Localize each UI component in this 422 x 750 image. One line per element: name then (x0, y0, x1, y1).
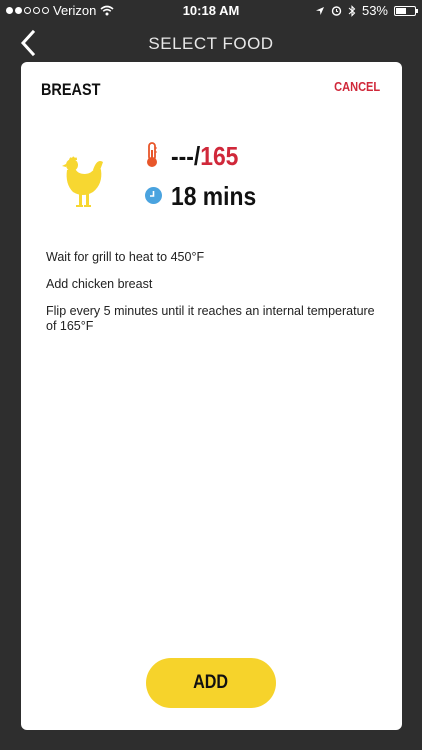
add-button[interactable]: ADD (146, 658, 276, 708)
temp-current: --- (171, 141, 194, 171)
nav-bar: SELECT FOOD (0, 22, 422, 66)
battery-icon (394, 5, 418, 16)
bluetooth-icon (348, 4, 356, 17)
add-button-label: ADD (193, 672, 229, 693)
instruction-step-3: Flip every 5 minutes until it reaches an… (46, 304, 375, 333)
clock-icon (145, 187, 162, 204)
cook-time: 18 mins (171, 181, 257, 211)
temperature-display: ---/165 (171, 141, 238, 172)
instruction-step-2: Add chicken breast (46, 277, 153, 291)
instructions: Wait for grill to heat to 450°F Add chic… (46, 250, 381, 346)
cancel-button[interactable]: CANCEL (334, 79, 380, 94)
location-icon (315, 6, 324, 15)
battery-fill (396, 7, 406, 14)
status-right: 53% (315, 3, 418, 18)
battery-percent: 53% (361, 3, 388, 18)
alarm-icon (331, 6, 342, 16)
thermometer-icon (147, 142, 157, 167)
instruction-step-1: Wait for grill to heat to 450°F (46, 250, 205, 264)
temp-target: 165 (200, 141, 239, 171)
food-title: BREAST (41, 80, 101, 99)
chicken-icon (62, 156, 103, 207)
food-detail-card: BREAST CANCEL ---/165 18 mins Wait for g… (21, 62, 402, 730)
nav-title: SELECT FOOD (148, 34, 274, 53)
status-bar: Verizon 10:18 AM 53% (0, 0, 422, 22)
